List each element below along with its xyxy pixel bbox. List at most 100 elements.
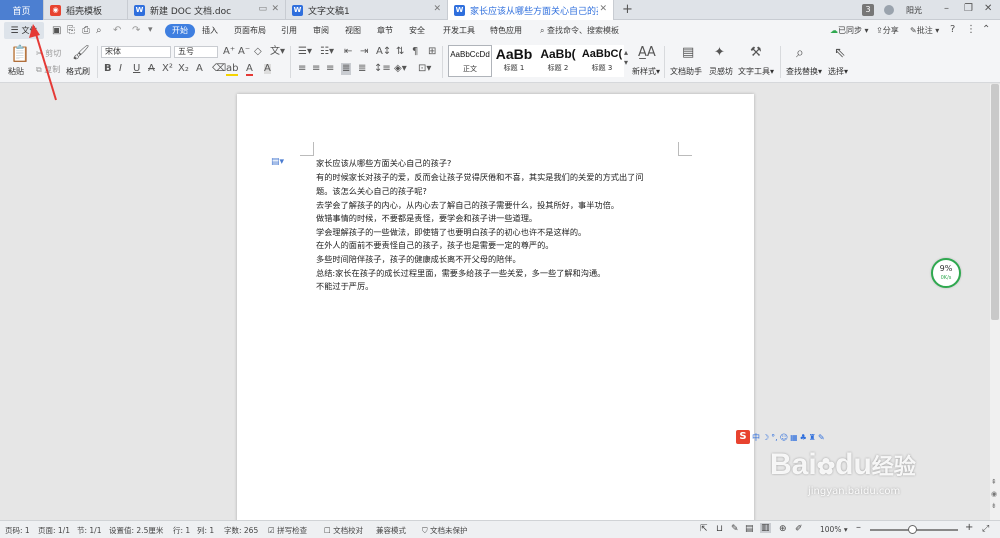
find-replace-icon[interactable]: ⌕ — [796, 46, 804, 60]
align-center-icon[interactable]: ≡ — [312, 64, 320, 74]
minimize-icon[interactable]: – — [944, 3, 949, 14]
bullets-icon[interactable]: ☰▾ — [298, 47, 312, 57]
fullscreen-icon[interactable]: ⤢ — [982, 524, 989, 534]
inspiration-button[interactable]: 灵感坊 — [709, 66, 733, 77]
monitor-icon[interactable]: ▭ — [258, 4, 267, 14]
punctuation-icon[interactable]: °, — [771, 433, 778, 442]
collapse-ribbon-icon[interactable]: ⌃ — [982, 24, 990, 35]
lightbulb-icon[interactable]: ✦ — [714, 46, 725, 59]
tab-start[interactable]: 开始 — [165, 24, 195, 38]
status-section[interactable]: 节: 1/1 — [77, 525, 101, 536]
doc-line[interactable]: 总结:家长在孩子的成长过程里面，需要多给孩子一些关爱，多一些了解和沟通。 — [316, 267, 605, 279]
doc-line[interactable]: 在外人的面前不要责怪自己的孩子，孩子也是需要一定的尊严的。 — [316, 239, 553, 251]
write-view-icon[interactable]: ✐ — [795, 524, 803, 534]
chinese-layout-icon[interactable]: A↕ — [376, 47, 391, 57]
share-button[interactable]: ⇪分享 — [876, 25, 899, 36]
keyboard-icon[interactable]: ▦ — [790, 433, 798, 442]
print-preview-icon[interactable]: ⌕ — [96, 25, 102, 36]
moon-icon[interactable]: ☽ — [762, 433, 769, 442]
superscript-icon[interactable]: X² — [162, 64, 173, 74]
status-words[interactable]: 字数: 265 — [224, 525, 258, 536]
scroll-thumb[interactable] — [991, 84, 999, 320]
doc-assistant-icon[interactable]: ▤ — [682, 46, 694, 59]
text-tools-button[interactable]: 文字工具▾ — [738, 66, 774, 77]
line-spacing-icon[interactable]: ↕≡ — [374, 64, 391, 74]
distribute-icon[interactable]: ≣ — [358, 64, 366, 74]
zoom-out-icon[interactable]: – — [856, 522, 861, 533]
shrink-font-icon[interactable]: A⁻ — [238, 47, 250, 57]
underline-icon[interactable]: U — [133, 64, 140, 74]
tab-developer[interactable]: 开发工具 — [443, 24, 475, 38]
doc-line[interactable]: 学会理解孩子的一些做法，即使错了也要明白孩子的初心也许不是这样的。 — [316, 226, 586, 238]
status-setting[interactable]: 设置值: 2.5厘米 — [109, 525, 163, 536]
phonetic-icon[interactable]: 文▾ — [270, 47, 285, 57]
tab-special-apps[interactable]: 特色应用 — [490, 24, 522, 38]
style-heading-1[interactable]: AaBb 标题 1 — [492, 45, 536, 77]
subscript-icon[interactable]: X₂ — [178, 64, 189, 74]
doc-line[interactable]: 多些时间陪伴孩子，孩子的健康成长离不开父母的陪伴。 — [316, 253, 521, 265]
show-marks-icon[interactable]: ¶ — [412, 47, 418, 57]
emoji-icon[interactable]: ☺ — [780, 433, 788, 442]
sync-button[interactable]: ☁已同步 ▾ — [830, 25, 869, 36]
tab-review[interactable]: 审阅 — [313, 24, 329, 38]
sogou-logo[interactable]: S — [736, 430, 750, 444]
comment-button[interactable]: ✎批注 ▾ — [910, 25, 939, 36]
select-cursor-icon[interactable]: ⇖ — [834, 46, 846, 60]
border-icon[interactable]: ⊡▾ — [418, 64, 431, 74]
doc-line[interactable]: 题。该怎么关心自己的孩子呢? — [316, 185, 427, 197]
redo-icon[interactable]: ↷ — [132, 25, 140, 36]
tab-chapter[interactable]: 章节 — [377, 24, 393, 38]
text-effect-icon[interactable]: A — [196, 64, 203, 74]
numbering-icon[interactable]: ☷▾ — [320, 47, 334, 57]
print-icon[interactable]: ⎙ — [82, 25, 90, 36]
document-page[interactable] — [237, 94, 754, 524]
clear-format-icon[interactable]: ◇ — [254, 47, 262, 57]
tab-new-doc[interactable]: W 新建 DOC 文档.doc ▭ ✕ — [128, 0, 286, 20]
close-window-icon[interactable]: ✕ — [984, 3, 992, 14]
zoom-level[interactable]: 100% ▾ — [820, 525, 848, 534]
fit-width-icon[interactable]: ⇱ — [700, 524, 708, 534]
proofread-button[interactable]: ☐ 文档校对 — [324, 525, 363, 536]
reading-mode-icon[interactable]: ⊔ — [716, 524, 723, 534]
style-heading-2[interactable]: AaBb( 标题 2 — [536, 45, 580, 77]
spell-check-button[interactable]: ☑ 拼写检查 — [268, 525, 307, 536]
align-left-icon[interactable]: ≡ — [298, 64, 306, 74]
font-size-select[interactable]: 五号 — [174, 46, 218, 58]
justify-icon[interactable]: ≣ — [341, 63, 352, 75]
tab-security[interactable]: 安全 — [409, 24, 425, 38]
voice-icon[interactable]: ♣ — [800, 433, 807, 442]
doc-line[interactable]: 做错事情的时候，不要都是责怪，要学会和孩子讲一些道理。 — [316, 212, 537, 224]
tab-references[interactable]: 引用 — [281, 24, 297, 38]
tab-home[interactable]: 首页 — [0, 0, 44, 20]
status-page[interactable]: 页码: 1 — [5, 525, 30, 536]
close-icon[interactable]: ✕ — [433, 4, 441, 14]
web-view-icon[interactable]: ⊕ — [779, 524, 787, 534]
tab-page-layout[interactable]: 页面布局 — [234, 24, 266, 38]
toolbox-icon[interactable]: ✎ — [818, 433, 825, 442]
close-icon[interactable]: ✕ — [271, 4, 279, 14]
browse-object-icon[interactable]: ◉ — [991, 490, 997, 498]
tab-insert[interactable]: 插入 — [202, 24, 218, 38]
status-row[interactable]: 行: 1 — [173, 525, 190, 536]
doc-line[interactable]: 不能过于严厉。 — [316, 280, 373, 292]
skin-icon[interactable]: ♜ — [809, 433, 816, 442]
new-tab-icon[interactable]: + — [622, 2, 633, 17]
doc-assistant-button[interactable]: 文档助手 — [670, 66, 702, 77]
text-tools-icon[interactable]: ⚒ — [750, 46, 762, 59]
protect-button[interactable]: ⛉ 文档未保护 — [422, 525, 468, 536]
find-replace-button[interactable]: 查找替换▾ — [786, 66, 822, 77]
page-up-icon[interactable]: ⇞ — [991, 478, 997, 486]
align-right-icon[interactable]: ≡ — [326, 64, 334, 74]
shading-icon[interactable]: ◈▾ — [394, 64, 407, 74]
user-name[interactable]: 阳光 — [906, 5, 922, 16]
style-heading-3[interactable]: AaBbC( 标题 3 — [580, 45, 624, 77]
format-painter-icon[interactable]: 🖌 — [72, 46, 90, 60]
grow-font-icon[interactable]: A⁺ — [223, 47, 235, 57]
ime-lang[interactable]: 中 — [752, 432, 760, 443]
command-search[interactable]: ⌕ 查找命令、搜索模板 — [540, 25, 619, 36]
italic-icon[interactable]: I — [119, 64, 122, 74]
page-down-icon[interactable]: ⇟ — [991, 502, 997, 510]
strikethrough-icon[interactable]: A — [148, 64, 155, 74]
ime-toolbar[interactable]: S 中 ☽ °, ☺ ▦ ♣ ♜ ✎ — [736, 430, 832, 444]
style-normal[interactable]: AaBbCcDd 正文 — [448, 45, 492, 77]
